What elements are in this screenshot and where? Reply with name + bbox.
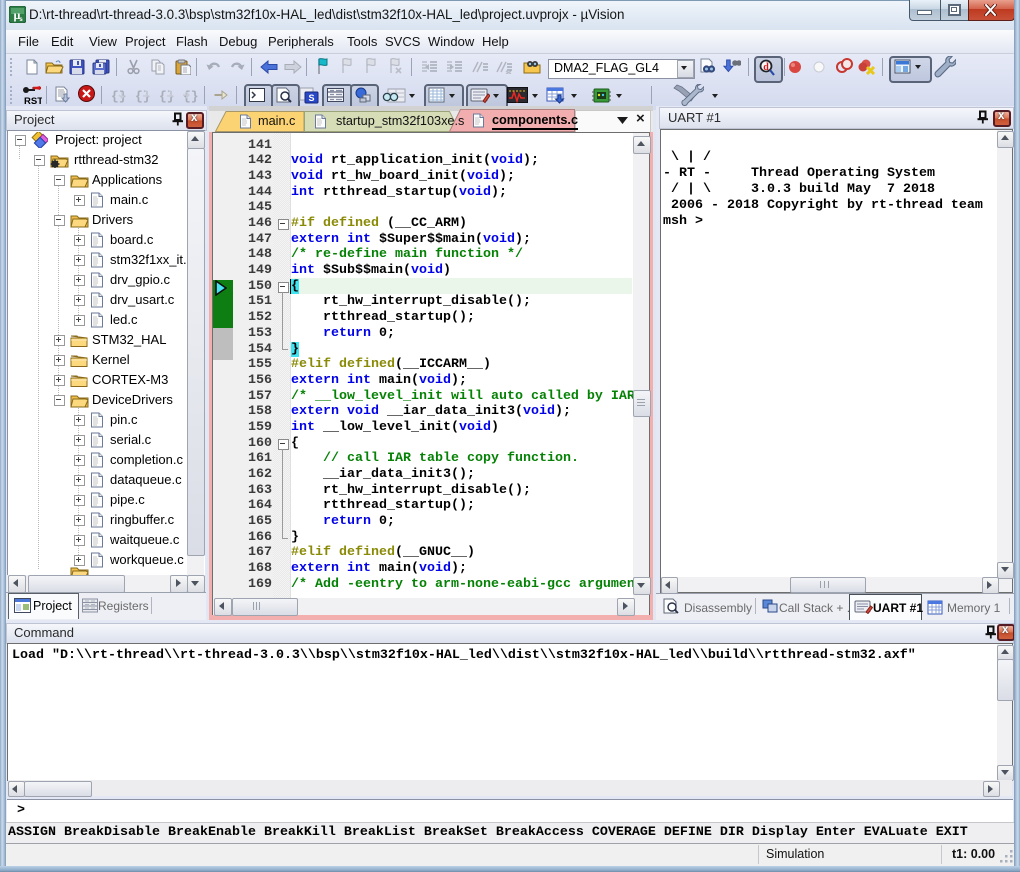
svg-text:d: d [763, 62, 769, 73]
svg-text:{}: {} [183, 89, 199, 103]
svg-text:RST: RST [24, 96, 42, 106]
svg-text:S: S [308, 93, 314, 103]
